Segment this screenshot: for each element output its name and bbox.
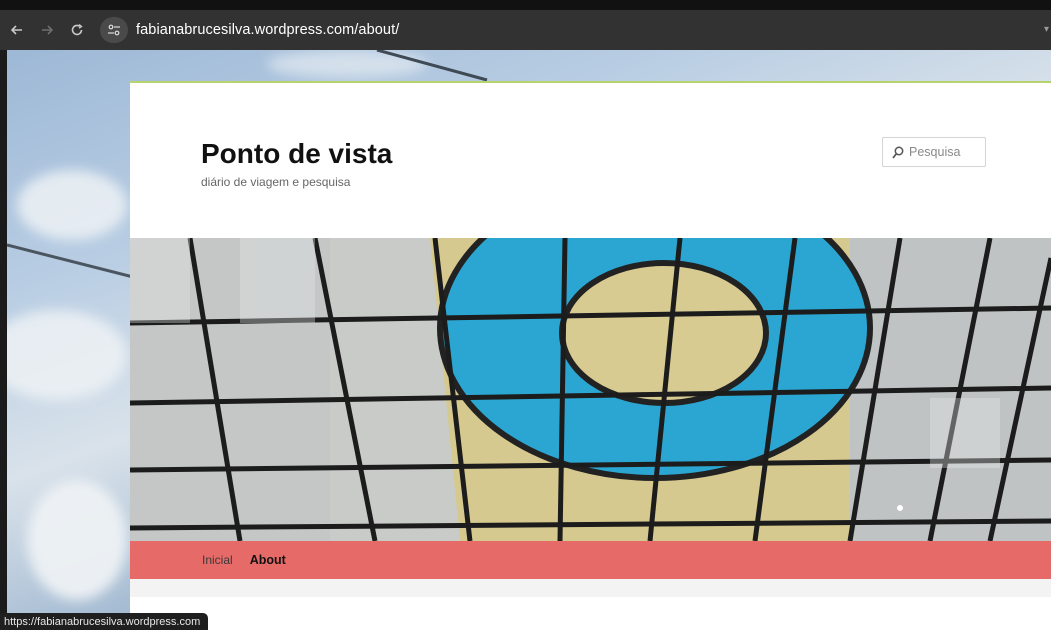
header-image [130,238,1051,541]
site-title[interactable]: Ponto de vista [201,138,392,170]
site-info-button[interactable] [100,17,128,43]
window-edge [0,50,7,630]
reload-icon [71,23,83,36]
page-content: Ponto de vista diário de viagem e pesqui… [130,81,1051,632]
chevron-down-icon[interactable]: ▾ [1044,24,1049,35]
arrow-right-icon [42,25,54,35]
browser-top-strip [0,0,1051,10]
search-input[interactable]: Pesquisa [882,137,986,167]
address-bar-url[interactable]: fabianabrucesilva.wordpress.com/about/ [136,22,399,38]
site-description: diário de viagem e pesquisa [201,175,351,189]
nav-item-inicial[interactable]: Inicial [202,553,233,567]
search-icon [892,146,904,159]
reload-button[interactable] [64,17,90,43]
back-button[interactable] [4,17,30,43]
nav-item-about[interactable]: About [250,553,286,567]
arrow-left-icon [10,25,22,35]
link-status-bubble: https://fabianabrucesilva.wordpress.com [0,613,209,630]
browser-toolbar: fabianabrucesilva.wordpress.com/about/ ▾ [0,10,1051,50]
tune-icon [108,24,120,36]
forward-button[interactable] [34,17,60,43]
main-navigation: Inicial About [130,541,1051,579]
content-separator [130,579,1051,597]
search-placeholder: Pesquisa [909,145,961,159]
